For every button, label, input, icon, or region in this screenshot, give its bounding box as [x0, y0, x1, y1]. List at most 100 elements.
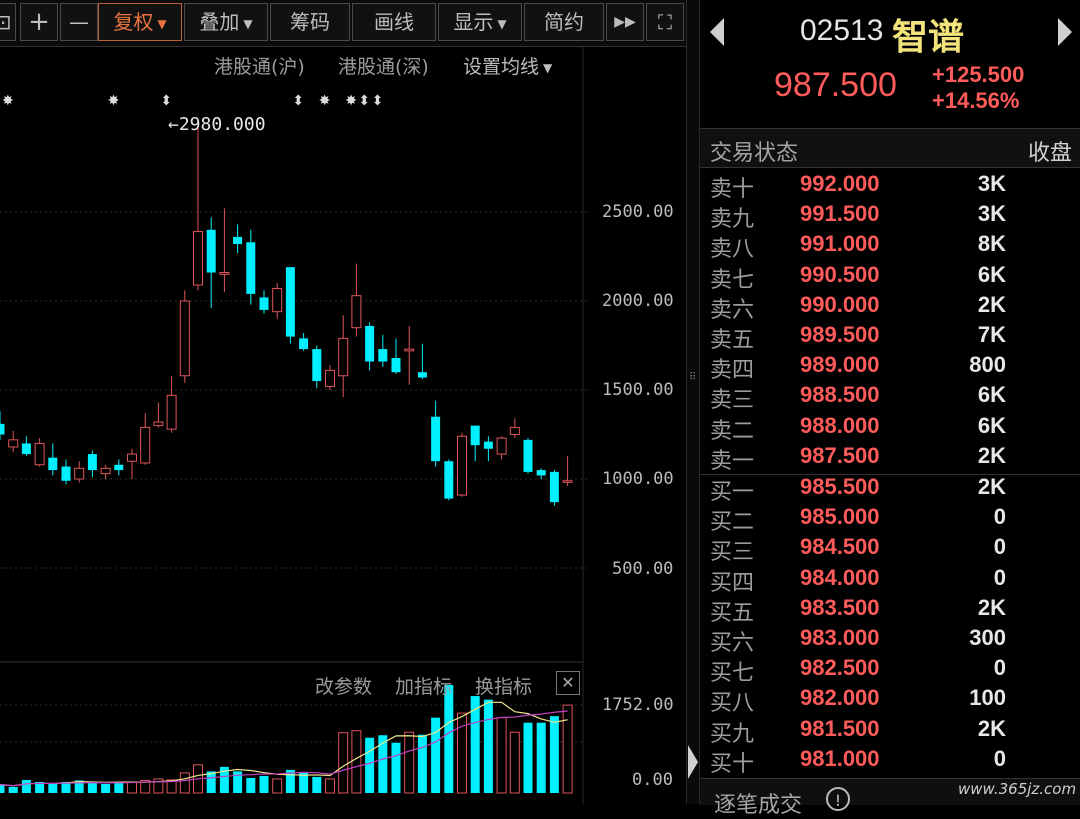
bid-level-price: 981.000	[800, 745, 880, 771]
switch-indicator-button[interactable]: 换指标	[475, 672, 532, 699]
ask-level-label: 卖九	[710, 207, 755, 233]
volume-bar	[246, 777, 256, 793]
prev-stock-icon[interactable]	[710, 18, 724, 50]
bid-level-row[interactable]: 买五 983.500 2K	[700, 595, 1080, 626]
candle-body	[417, 372, 427, 378]
bid-level-volume: 2K	[977, 715, 1006, 741]
candle-body	[365, 325, 375, 362]
close-indicator-button[interactable]: ✕	[556, 671, 580, 695]
candle-body	[338, 337, 349, 377]
bid-level-volume: 2K	[977, 474, 1006, 499]
ask-level-row[interactable]: 卖七 990.500 6K	[700, 261, 1080, 293]
bid-level-row[interactable]: 买八 982.000 100	[700, 685, 1080, 716]
event-marker-icon: ⬍	[358, 93, 370, 109]
candle-body	[87, 454, 97, 471]
bid-level-volume: 300	[969, 625, 1006, 650]
ask-level-row[interactable]: 卖二 988.000 6K	[700, 413, 1080, 444]
ask-level-volume: 6K	[977, 382, 1006, 408]
ask-level-label: 卖一	[710, 448, 755, 474]
volume-y-tick-zero: 0.00	[632, 770, 673, 790]
bid-level-volume: 100	[969, 685, 1006, 711]
event-marker-icon: ✸	[2, 93, 14, 109]
volume-bar	[391, 742, 401, 793]
add-indicator-button[interactable]: 加指标	[395, 672, 452, 699]
candle-body	[179, 300, 190, 377]
event-marker-icon: ⬍	[372, 93, 384, 109]
ask-level-price: 989.000	[800, 352, 880, 378]
ask-level-price: 987.500	[800, 442, 880, 468]
volume-bar	[549, 716, 559, 793]
ask-level-row[interactable]: 卖九 991.500 3K	[700, 201, 1080, 233]
volume-bar	[562, 704, 573, 794]
candle-body	[74, 467, 85, 480]
stock-code: 02513	[800, 14, 884, 47]
candle-body	[259, 297, 269, 310]
watermark: www.365jz.com	[958, 780, 1077, 798]
volume-bar	[496, 717, 507, 794]
volume-bar	[325, 778, 335, 794]
bid-level-row[interactable]: 买六 983.000 300	[700, 625, 1080, 656]
bid-level-price: 982.500	[800, 655, 880, 681]
bid-level-row[interactable]: 买二 985.000 0	[700, 504, 1080, 535]
y-tick-2000: 2000.00	[602, 291, 674, 311]
ask-level-price: 990.000	[800, 291, 880, 317]
candle-body	[536, 470, 546, 476]
ask-level-label: 卖六	[710, 297, 755, 323]
candle-body	[140, 426, 151, 464]
edit-params-button[interactable]: 改参数	[315, 672, 372, 699]
event-marker-icon: ✸	[319, 93, 331, 109]
y-tick-1500: 1500.00	[602, 380, 674, 400]
bid-level-row[interactable]: 买九 981.500 2K	[700, 715, 1080, 747]
candle-body	[351, 295, 362, 329]
volume-bar	[114, 782, 124, 793]
volume-bar	[523, 722, 533, 793]
ask-level-price: 990.500	[800, 261, 880, 287]
candle-body	[562, 480, 573, 483]
ask-level-label: 卖十	[710, 177, 755, 202]
bid-level-row[interactable]: 买七 982.500 0	[700, 655, 1080, 686]
candle-body	[100, 467, 111, 475]
status-value: 收盘	[1027, 141, 1072, 166]
event-marker-icon: ✸	[108, 93, 120, 109]
ask-level-label: 卖三	[710, 388, 755, 414]
ask-level-row[interactable]: 卖五 989.500 7K	[700, 322, 1080, 353]
ask-level-volume: 3K	[977, 201, 1006, 227]
ask-level-label: 卖八	[710, 237, 755, 263]
drag-handle-icon[interactable]: ⠿	[689, 372, 696, 383]
ask-level-row[interactable]: 卖八 991.000 8K	[700, 231, 1080, 263]
event-markers: ✸ ✸ ⬍ ⬍ ✸ ✸ ⬍ ⬍	[2, 93, 383, 109]
bid-level-row[interactable]: 买三 984.500 0	[700, 534, 1080, 566]
volume-bar	[351, 730, 362, 794]
price-change: +125.500	[932, 62, 1025, 87]
bid-level-price: 985.500	[800, 474, 880, 499]
ask-level-row[interactable]: 卖六 990.000 2K	[700, 291, 1080, 323]
info-icon[interactable]: !	[826, 787, 850, 811]
candle-body	[193, 231, 203, 286]
collapse-arrow-icon[interactable]	[688, 745, 698, 779]
candle-body	[378, 349, 388, 362]
event-marker-icon: ⬍	[292, 93, 304, 109]
next-stock-icon[interactable]	[1058, 18, 1072, 50]
bid-level-volume: 0	[993, 534, 1006, 560]
panel-divider[interactable]: ⠿	[686, 0, 700, 804]
ask-level-volume: 6K	[977, 261, 1006, 287]
ask-level-row[interactable]: 卖四 989.000 800	[700, 352, 1080, 383]
y-tick-2500: 2500.00	[602, 202, 674, 222]
ask-level-row[interactable]: 卖一 987.500 2K	[700, 442, 1080, 474]
ask-level-row[interactable]: 卖三 988.500 6K	[700, 382, 1080, 414]
candle-body	[0, 423, 5, 435]
bid-level-row[interactable]: 买四 984.000 0	[700, 564, 1080, 596]
bid-level-label: 买三	[710, 540, 755, 566]
max-price-label: 2980.000	[178, 114, 266, 135]
bid-level-row[interactable]: 买十 981.000 0	[700, 745, 1080, 777]
candles-group	[0, 126, 573, 506]
candle-body	[21, 443, 31, 455]
bid-level-volume: 0	[993, 564, 1006, 590]
ask-level-price: 988.500	[800, 382, 880, 408]
bid-level-row[interactable]: 买一 985.500 2K	[700, 474, 1080, 505]
ask-level-price: 991.000	[800, 231, 880, 257]
volume-bar	[312, 776, 322, 793]
bid-level-volume: 0	[993, 655, 1006, 681]
price-change-pct: +14.56%	[932, 88, 1020, 113]
ask-level-row[interactable]: 卖十 992.000 3K	[700, 171, 1080, 202]
